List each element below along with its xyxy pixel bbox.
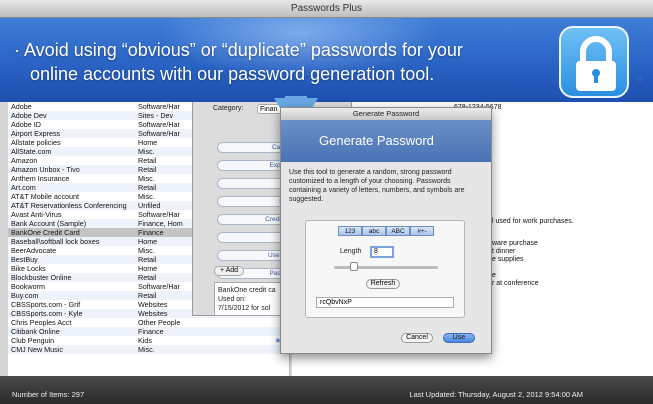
item-name: BeerAdvocate [11,246,57,255]
generator-box: 123 abc ABC #+- Length 8 Refresh rcQbvNx… [305,220,465,318]
item-name: AllState.com [11,147,52,156]
length-slider-knob[interactable] [350,262,359,271]
item-category: Finance [138,327,164,336]
list-item[interactable]: Citibank Online Finance [8,327,289,336]
note-line-1: l used for work purchases. [492,218,574,225]
note-line-6: r at conference [492,280,539,287]
item-name: Adobe ID [11,120,41,129]
note-line-3: t dinner [492,248,516,255]
item-name: Bookworm [11,282,45,291]
dialog-header: Generate Password [281,120,491,162]
last-updated: Last Updated: Thursday, August 2, 2012 9… [409,390,583,399]
notes-line-3: 7/15/2012 for sol [218,305,271,312]
item-name: Chris Peoples Acct [11,318,72,327]
item-name: Amazon Unbox - Tivo [11,165,80,174]
generate-password-dialog: Generate Password Generate Password Use … [280,107,492,354]
dialog-description: Use this tool to generate a random, stro… [289,169,465,203]
item-name: Avast Anti-Virus [11,210,62,219]
note-line-4: e supplies [492,256,524,263]
add-field-label: Add [225,267,239,274]
refresh-button[interactable]: Refresh [366,279,400,289]
item-name: Adobe [11,102,32,111]
item-name: Adobe Dev [11,111,47,120]
banner-line-2: online accounts with our password genera… [30,64,435,84]
list-item[interactable]: CMJ New Music Misc. [8,345,289,354]
item-name: Art.com [11,183,36,192]
padlock-icon [559,26,629,98]
segment-symbols[interactable]: #+- [410,226,434,236]
charset-segments: 123 abc ABC #+- [338,226,434,236]
category-label: Category: [213,105,244,112]
dialog-title: Generate Password [281,108,491,120]
note-line-5: e [492,272,496,279]
length-field[interactable]: 8 [370,246,394,258]
notes-field[interactable]: BankOne credit ca Used on: 7/15/2012 for… [214,282,290,316]
item-name: CBSSports.com - Kyle [11,309,83,318]
item-name: Baseball\softball lock boxes [11,237,100,246]
item-name: BankOne Credit Card [11,228,80,237]
item-name: Anthem Insurance [11,174,70,183]
item-name: Airport Express [11,129,61,138]
use-button[interactable]: Use [443,333,475,343]
add-field-button[interactable]: + Add [214,266,244,276]
segment-numbers[interactable]: 123 [338,226,362,236]
item-name: Buy.com [11,291,39,300]
generated-password-field[interactable]: rcQbvNxP [316,297,454,308]
segment-lowercase[interactable]: abc [362,226,386,236]
item-name: Bank Account (Sample) [11,219,87,228]
segment-uppercase[interactable]: ABC [386,226,410,236]
cancel-button[interactable]: Cancel [401,333,433,343]
notes-line-2: Used on: [218,296,247,303]
item-name: AT&T Reservationless Conferencing [11,201,127,210]
length-label: Length [340,248,362,255]
item-name: Amazon [11,156,38,165]
watermark-logo-icon [546,334,578,366]
list-item[interactable]: Club Penguin Kids ★ [8,336,289,345]
item-name: Club Penguin [11,336,55,345]
list-item[interactable]: Chris Peoples Acct Other People [8,318,289,327]
item-category: Misc. [138,345,155,354]
item-name: Bike Locks [11,264,46,273]
status-bar: Number of Items: 297 Last Updated: Thurs… [0,376,653,404]
watermark-text: 当下软件园 [582,340,652,356]
star-icon: ★ [634,70,647,86]
note-line-2: ware purchase [492,240,538,247]
item-count: Number of Items: 297 [12,390,85,399]
item-name: Citibank Online [11,327,60,336]
item-name: AT&T Mobile account [11,192,80,201]
item-name: CMJ New Music [11,345,63,354]
item-name: Blockbuster Online [11,273,72,282]
banner-line-1: · Avoid using “obvious” or “duplicate” p… [14,40,463,60]
item-category: Kids [138,336,152,345]
item-name: Allstate policies [11,138,61,147]
item-name: BestBuy [11,255,38,264]
promo-banner: · Avoid using “obvious” or “duplicate” p… [0,18,653,102]
watermark-url: www.downxia.com [584,363,642,370]
notes-line-1: BankOne credit ca [218,287,276,294]
window-title: Passwords Plus [0,0,653,18]
item-category: Other People [138,318,181,327]
item-name: CBSSports.com - Grif [11,300,81,309]
